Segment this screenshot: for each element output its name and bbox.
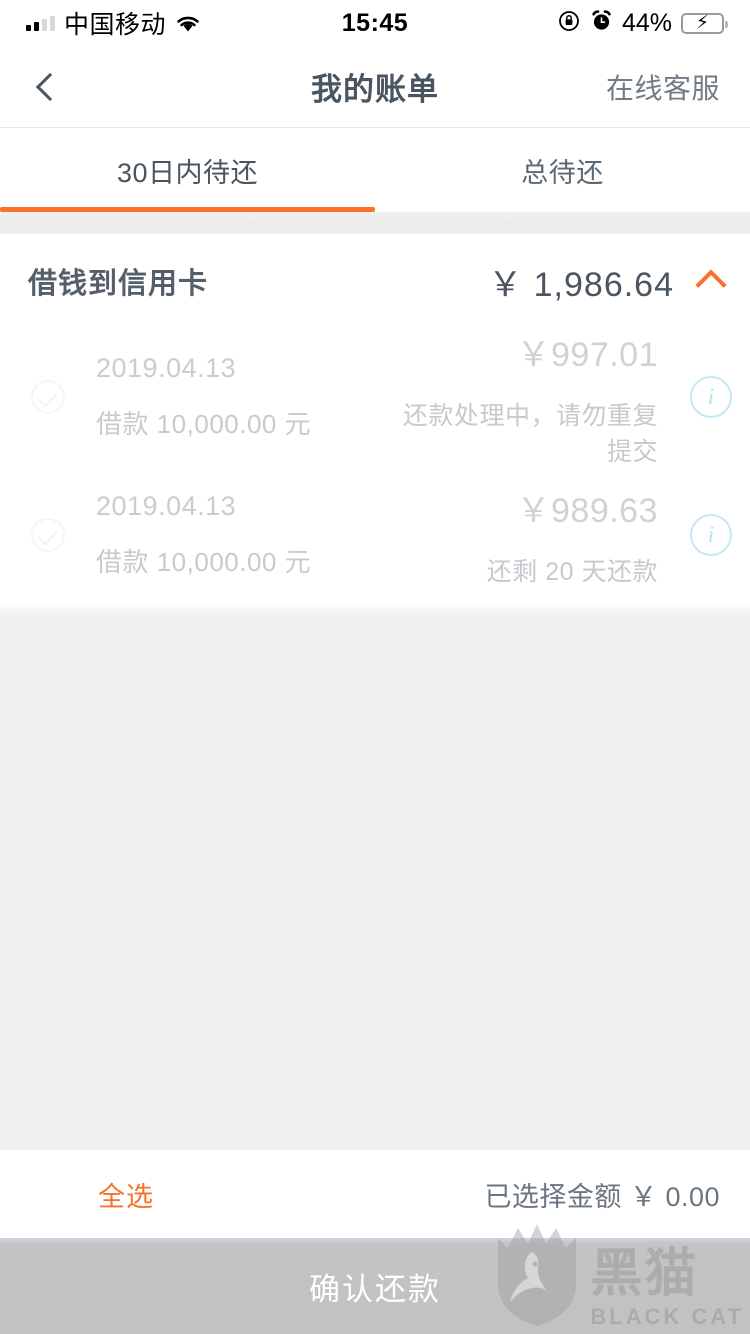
- row-date: 2019.04.13: [96, 491, 237, 521]
- signal-bars-icon: [26, 15, 55, 31]
- tab-bar-shadow: [0, 212, 750, 234]
- check-circle-icon: [31, 518, 65, 552]
- tab-bar: 30日内待还 总待还: [0, 128, 750, 212]
- row-status: 还款处理中，请勿重复提交: [402, 401, 658, 466]
- chevron-left-icon: [35, 72, 65, 101]
- bill-group-total: ￥ 1,986.64: [488, 265, 674, 304]
- rotation-lock-icon: [557, 9, 581, 38]
- select-all-button[interactable]: 全选: [98, 1175, 154, 1214]
- check-circle-icon: [31, 380, 65, 414]
- carrier-name: 中国移动: [64, 11, 167, 39]
- wifi-icon: [175, 14, 201, 33]
- row-info-button[interactable]: i: [672, 376, 750, 418]
- confirm-repayment-button[interactable]: 确认还款: [0, 1238, 750, 1334]
- battery-charging-icon: ⚡: [681, 12, 728, 34]
- bill-group-card: 借钱到信用卡 ￥ 1,986.64 2019.04.13 借款 10,000.0…: [0, 234, 750, 604]
- card-bottom-shadow: [0, 604, 750, 620]
- back-button[interactable]: [0, 46, 100, 128]
- row-left-column: 2019.04.13 借款 10,000.00 元: [96, 353, 396, 441]
- online-support-button[interactable]: 在线客服: [606, 67, 720, 107]
- confirm-repayment-label: 确认还款: [309, 1271, 441, 1307]
- info-circle-icon: i: [690, 514, 732, 556]
- row-principal: 借款 10,000.00 元: [96, 409, 312, 439]
- selected-amount-label: 已选择金额 ￥ 0.00: [484, 1181, 720, 1212]
- row-principal: 借款 10,000.00 元: [96, 547, 312, 577]
- row-status: 还剩 20 天还款: [486, 557, 658, 586]
- row-amount: ￥989.63: [516, 491, 658, 530]
- table-row[interactable]: 2019.04.13 借款 10,000.00 元 ￥989.63 还剩 20 …: [0, 466, 750, 604]
- tab-due-within-30-days[interactable]: 30日内待还: [0, 128, 375, 212]
- navigation-bar: 我的账单 在线客服: [0, 46, 750, 128]
- row-right-column: ￥989.63 还剩 20 天还款: [396, 483, 672, 588]
- info-circle-icon: i: [690, 376, 732, 418]
- row-info-button[interactable]: i: [672, 514, 750, 556]
- table-row[interactable]: 2019.04.13 借款 10,000.00 元 ￥997.01 还款处理中，…: [0, 328, 750, 466]
- row-checkbox[interactable]: [0, 380, 96, 414]
- alarm-clock-icon: [590, 9, 613, 37]
- bill-group-header[interactable]: 借钱到信用卡 ￥ 1,986.64: [0, 234, 750, 328]
- row-date: 2019.04.13: [96, 353, 237, 383]
- row-right-column: ￥997.01 还款处理中，请勿重复提交: [396, 327, 672, 468]
- tab-total-due[interactable]: 总待还: [375, 128, 750, 212]
- chevron-up-icon[interactable]: [695, 269, 727, 301]
- battery-percent: 44%: [621, 8, 672, 37]
- row-left-column: 2019.04.13 借款 10,000.00 元: [96, 491, 396, 579]
- selection-bar: 全选 已选择金额 ￥ 0.00: [0, 1150, 750, 1238]
- row-checkbox[interactable]: [0, 518, 96, 552]
- status-bar-right: 44% ⚡: [557, 8, 728, 38]
- app-screen: 中国移动 15:45 44% ⚡ 我的账单 在线客服 30日内待还 总待还 借钱…: [0, 0, 750, 1334]
- status-bar: 中国移动 15:45 44% ⚡: [0, 0, 750, 46]
- status-bar-left: 中国移动: [26, 5, 201, 41]
- bottom-action-area: 全选 已选择金额 ￥ 0.00 确认还款: [0, 1150, 750, 1334]
- bill-group-title: 借钱到信用卡: [28, 268, 209, 300]
- row-amount: ￥997.01: [516, 335, 658, 374]
- tab-active-indicator: [0, 207, 375, 212]
